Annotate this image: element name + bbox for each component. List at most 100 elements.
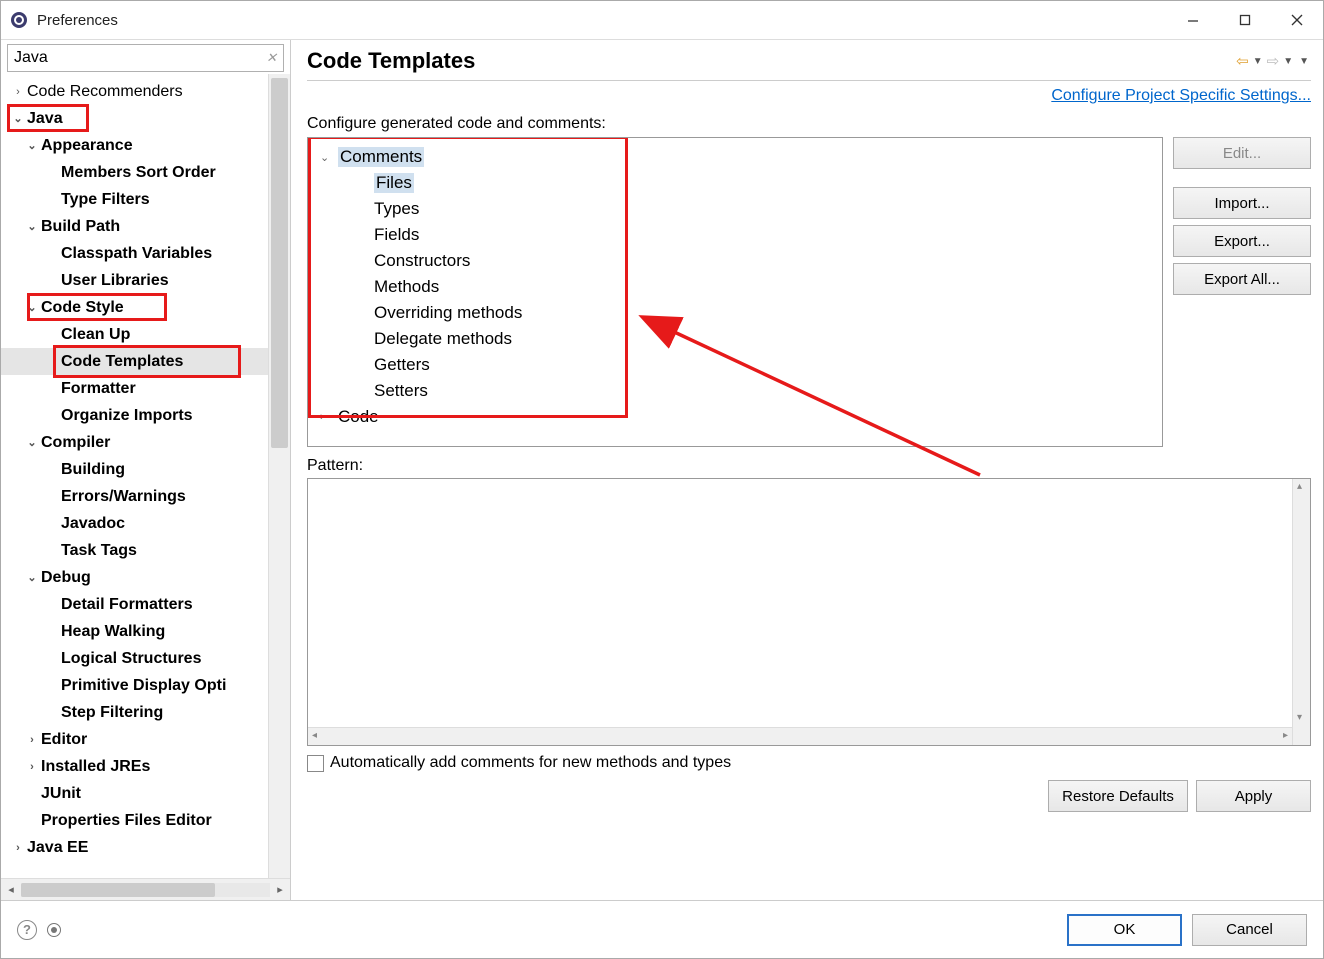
tree-item-label: Detail Formatters	[61, 596, 193, 614]
template-tree-label: Types	[374, 199, 419, 219]
pattern-label: Pattern:	[307, 457, 1311, 475]
filter-input[interactable]	[14, 49, 266, 67]
template-tree-item[interactable]: Setters	[316, 378, 1154, 404]
chevron-down-icon[interactable]: ⌄	[23, 571, 41, 584]
apply-button[interactable]: Apply	[1196, 780, 1311, 812]
template-tree-item[interactable]: Fields	[316, 222, 1154, 248]
template-tree-item[interactable]: ›Code	[316, 404, 1154, 430]
tree-item[interactable]: Task Tags	[1, 537, 268, 564]
import-button[interactable]: Import...	[1173, 187, 1311, 219]
tree-item-label: Editor	[41, 731, 87, 749]
tree-item[interactable]: User Libraries	[1, 267, 268, 294]
template-tree-item[interactable]: Getters	[316, 352, 1154, 378]
close-button[interactable]	[1271, 1, 1323, 39]
edit-button[interactable]: Edit...	[1173, 137, 1311, 169]
dropdown-icon[interactable]: ▼	[1299, 56, 1309, 67]
titlebar[interactable]: Preferences	[1, 1, 1323, 39]
ok-button[interactable]: OK	[1067, 914, 1182, 946]
tree-item[interactable]: ⌄Build Path	[1, 213, 268, 240]
tree-item[interactable]: Clean Up	[1, 321, 268, 348]
tree-item[interactable]: Members Sort Order	[1, 159, 268, 186]
export-all-button[interactable]: Export All...	[1173, 263, 1311, 295]
tree-item[interactable]: Organize Imports	[1, 402, 268, 429]
tree-item-label: Build Path	[41, 218, 120, 236]
tree-item-label: Java EE	[27, 839, 88, 857]
pattern-vscroll[interactable]	[1292, 479, 1310, 745]
tree-item[interactable]: ⌄Code Style	[1, 294, 268, 321]
tree-item[interactable]: ›Code Recommenders	[1, 78, 268, 105]
tree-item[interactable]: Heap Walking	[1, 618, 268, 645]
tree-item[interactable]: Code Templates	[1, 348, 268, 375]
pattern-hscroll[interactable]	[308, 727, 1292, 745]
back-icon[interactable]: ⇦	[1236, 52, 1249, 70]
tree-item[interactable]: Classpath Variables	[1, 240, 268, 267]
chevron-right-icon[interactable]: ›	[9, 842, 27, 854]
chevron-down-icon[interactable]: ⌄	[23, 139, 41, 152]
template-tree-item[interactable]: Types	[316, 196, 1154, 222]
chevron-right-icon[interactable]: ›	[23, 761, 41, 773]
template-tree-item[interactable]: ⌄Comments	[316, 144, 1154, 170]
tree-item[interactable]: ⌄Compiler	[1, 429, 268, 456]
tree-item[interactable]: Logical Structures	[1, 645, 268, 672]
tree-item[interactable]: Javadoc	[1, 510, 268, 537]
template-tree-item[interactable]: Methods	[316, 274, 1154, 300]
preferences-tree[interactable]: ›Code Recommenders⌄Java⌄AppearanceMember…	[1, 74, 268, 878]
tree-item[interactable]: ⌄Java	[1, 105, 268, 132]
scroll-left-icon[interactable]: ◂	[1, 883, 21, 896]
chevron-down-icon[interactable]: ⌄	[320, 151, 338, 164]
tree-item[interactable]: Properties Files Editor	[1, 807, 268, 834]
tree-item[interactable]: ›Java EE	[1, 834, 268, 861]
template-tree-label: Fields	[374, 225, 419, 245]
chevron-down-icon[interactable]: ⌄	[23, 220, 41, 233]
tree-item[interactable]: ›Installed JREs	[1, 753, 268, 780]
pattern-textarea[interactable]	[307, 478, 1311, 746]
scroll-right-icon[interactable]: ▸	[270, 883, 290, 896]
back-menu-icon[interactable]: ▼	[1253, 56, 1263, 67]
maximize-button[interactable]	[1219, 1, 1271, 39]
tree-item[interactable]: Formatter	[1, 375, 268, 402]
chevron-right-icon[interactable]: ›	[320, 411, 338, 423]
chevron-right-icon[interactable]: ›	[9, 86, 27, 98]
chevron-down-icon[interactable]: ⌄	[9, 112, 27, 125]
clear-filter-icon[interactable]: ✕	[266, 50, 277, 66]
tree-item[interactable]: Step Filtering	[1, 699, 268, 726]
cancel-button[interactable]: Cancel	[1192, 914, 1307, 946]
tree-item[interactable]: ⌄Appearance	[1, 132, 268, 159]
restore-defaults-button[interactable]: Restore Defaults	[1048, 780, 1188, 812]
minimize-button[interactable]	[1167, 1, 1219, 39]
tree-item[interactable]: Building	[1, 456, 268, 483]
project-settings-link[interactable]: Configure Project Specific Settings...	[1051, 87, 1311, 104]
export-button[interactable]: Export...	[1173, 225, 1311, 257]
tree-item[interactable]: Errors/Warnings	[1, 483, 268, 510]
template-tree-item[interactable]: Overriding methods	[316, 300, 1154, 326]
tree-item-label: Code Templates	[61, 353, 183, 371]
auto-comments-checkbox[interactable]	[307, 755, 324, 772]
tree-item-label: Primitive Display Opti	[61, 677, 226, 695]
chevron-right-icon[interactable]: ›	[23, 734, 41, 746]
tree-item[interactable]: Type Filters	[1, 186, 268, 213]
tree-item[interactable]: JUnit	[1, 780, 268, 807]
tree-item[interactable]: Detail Formatters	[1, 591, 268, 618]
sidebar-scrollbar[interactable]	[268, 74, 290, 878]
templates-tree[interactable]: ⌄CommentsFiles Types Fields Constructors Met…	[307, 137, 1163, 447]
tree-item-label: Installed JREs	[41, 758, 150, 776]
template-tree-item[interactable]: Files	[316, 170, 1154, 196]
tree-item-label: Java	[27, 110, 63, 128]
template-tree-item[interactable]: Delegate methods	[316, 326, 1154, 352]
tree-item[interactable]: Primitive Display Opti	[1, 672, 268, 699]
tree-item-label: Debug	[41, 569, 91, 587]
record-icon[interactable]	[47, 923, 61, 937]
template-tree-label: Setters	[374, 381, 428, 401]
forward-menu-icon[interactable]: ▼	[1283, 56, 1293, 67]
forward-icon[interactable]: ⇨	[1267, 52, 1280, 70]
dialog-button-bar: ? OK Cancel	[1, 900, 1323, 958]
help-icon[interactable]: ?	[17, 920, 37, 940]
tree-item[interactable]: ⌄Debug	[1, 564, 268, 591]
template-tree-label: Constructors	[374, 251, 470, 271]
filter-field[interactable]: ✕	[7, 44, 284, 72]
template-tree-item[interactable]: Constructors	[316, 248, 1154, 274]
tree-item[interactable]: ›Editor	[1, 726, 268, 753]
chevron-down-icon[interactable]: ⌄	[23, 436, 41, 449]
sidebar-hscrollbar[interactable]: ◂ ▸	[1, 878, 290, 900]
chevron-down-icon[interactable]: ⌄	[23, 301, 41, 314]
